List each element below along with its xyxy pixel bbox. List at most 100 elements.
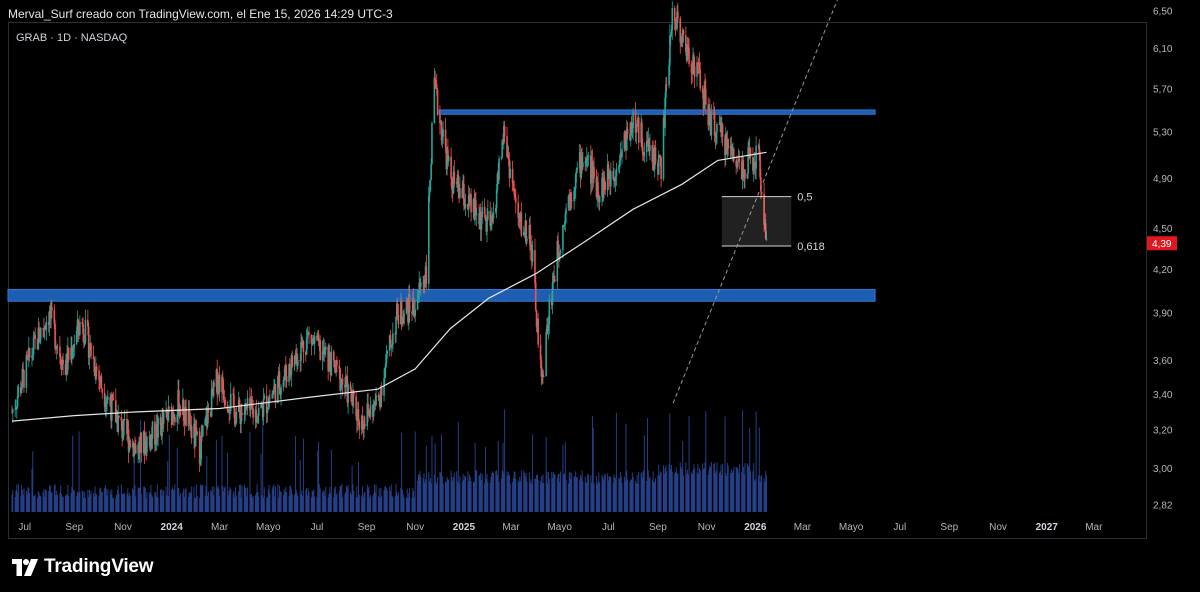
volume-bar <box>73 490 75 512</box>
candle-body <box>34 335 36 339</box>
volume-bar <box>420 477 422 512</box>
volume-bar <box>62 496 64 512</box>
volume-bar <box>632 476 634 512</box>
y-tick-label: 6,10 <box>1153 44 1173 55</box>
volume-bar <box>101 491 103 512</box>
volume-bar <box>124 493 126 512</box>
candle-body <box>278 371 281 389</box>
volume-bar <box>252 496 254 512</box>
volume-bar <box>369 495 371 512</box>
candle-body <box>427 195 430 284</box>
volume-bar <box>57 494 59 512</box>
tradingview-logo[interactable]: TradingView <box>12 556 154 578</box>
candle-body <box>537 318 539 345</box>
candle-body <box>95 366 98 371</box>
x-tick-label: Sep <box>649 522 667 533</box>
volume-bar <box>464 476 466 512</box>
candle-body <box>262 398 265 417</box>
candle-body <box>358 421 361 430</box>
volume-bar <box>694 468 696 512</box>
price-chart[interactable]: 0,50,618 8,007,507,006,506,105,705,304,9… <box>0 0 1200 592</box>
volume-bar <box>655 478 657 512</box>
volume-bar <box>520 470 522 512</box>
candle-body <box>682 30 685 36</box>
volume-bar <box>358 494 360 512</box>
y-tick-label: 6,50 <box>1153 7 1173 18</box>
volume-bar <box>235 495 237 512</box>
candle-body <box>542 376 545 378</box>
candle-body <box>213 382 215 387</box>
x-tick-label: 2025 <box>453 522 476 533</box>
volume-bar <box>448 479 450 512</box>
candle-body <box>375 395 377 406</box>
support-zone[interactable] <box>7 288 876 302</box>
volume-bar <box>247 487 249 512</box>
volume-bar <box>554 474 556 512</box>
candle-body <box>62 359 64 365</box>
x-tick-label: Nov <box>989 522 1007 533</box>
overlay-layer: 0,5 0,618 <box>672 0 838 404</box>
volume-bar <box>330 449 332 512</box>
candle-body <box>341 378 344 385</box>
candle-body <box>721 124 724 137</box>
volume-bar <box>219 496 221 512</box>
candle-body <box>755 145 757 169</box>
x-tick-label: Mar <box>794 522 812 533</box>
candle-body <box>626 128 629 135</box>
volume-bar <box>543 482 545 512</box>
candle-body <box>744 169 746 179</box>
candle-body <box>760 177 762 192</box>
candle-body <box>23 370 25 388</box>
candle-body <box>621 148 623 157</box>
candle-body <box>84 319 87 343</box>
symbol-info: GRAB · 1D · NASDAQ <box>16 32 128 44</box>
candle-body <box>514 197 517 203</box>
volume-bar <box>643 435 645 512</box>
candle-body <box>252 408 254 418</box>
candle-body <box>332 351 335 361</box>
candle-body <box>207 409 210 413</box>
volume-bar <box>649 476 651 512</box>
fib-zone[interactable] <box>721 196 792 246</box>
volume-bar <box>604 473 606 512</box>
candle-body <box>392 333 394 345</box>
candle-body <box>140 432 143 453</box>
candle-body <box>442 129 444 137</box>
volume-bar <box>364 492 366 512</box>
volume-bar <box>381 495 383 512</box>
candle-body <box>190 425 193 439</box>
resistance-zone[interactable] <box>438 109 876 115</box>
candle-body <box>101 388 104 393</box>
candle-body <box>738 158 741 162</box>
candle-body <box>280 387 282 395</box>
candle-body <box>241 412 243 415</box>
fib-level-label: 0,618 <box>797 241 825 253</box>
volume-bar <box>308 492 310 512</box>
candle-body <box>364 424 366 427</box>
volume-bar <box>627 479 629 512</box>
candle-body <box>545 332 547 377</box>
volume-bar <box>560 471 562 512</box>
volume-bar <box>84 497 86 512</box>
candle-body <box>255 409 258 423</box>
candle-body <box>291 355 294 367</box>
candle-body <box>710 112 713 136</box>
x-tick-label: Nov <box>114 522 132 533</box>
candle-body <box>157 417 159 438</box>
volume-bar <box>409 487 411 512</box>
volume-bar <box>481 473 483 512</box>
candle-body <box>503 125 506 137</box>
candle-body <box>235 412 238 424</box>
candle-body <box>660 157 662 180</box>
candle-body <box>534 282 537 311</box>
candle-body <box>487 210 489 220</box>
trend-line[interactable] <box>672 0 838 404</box>
volume-bar <box>112 497 114 512</box>
candle-body <box>593 166 595 178</box>
volume-bar <box>23 488 25 512</box>
candle-body <box>526 239 528 241</box>
candle-body <box>389 335 392 345</box>
volume-bar <box>755 411 757 512</box>
volume-bar <box>733 466 735 512</box>
x-tick-label: Sep <box>358 522 376 533</box>
